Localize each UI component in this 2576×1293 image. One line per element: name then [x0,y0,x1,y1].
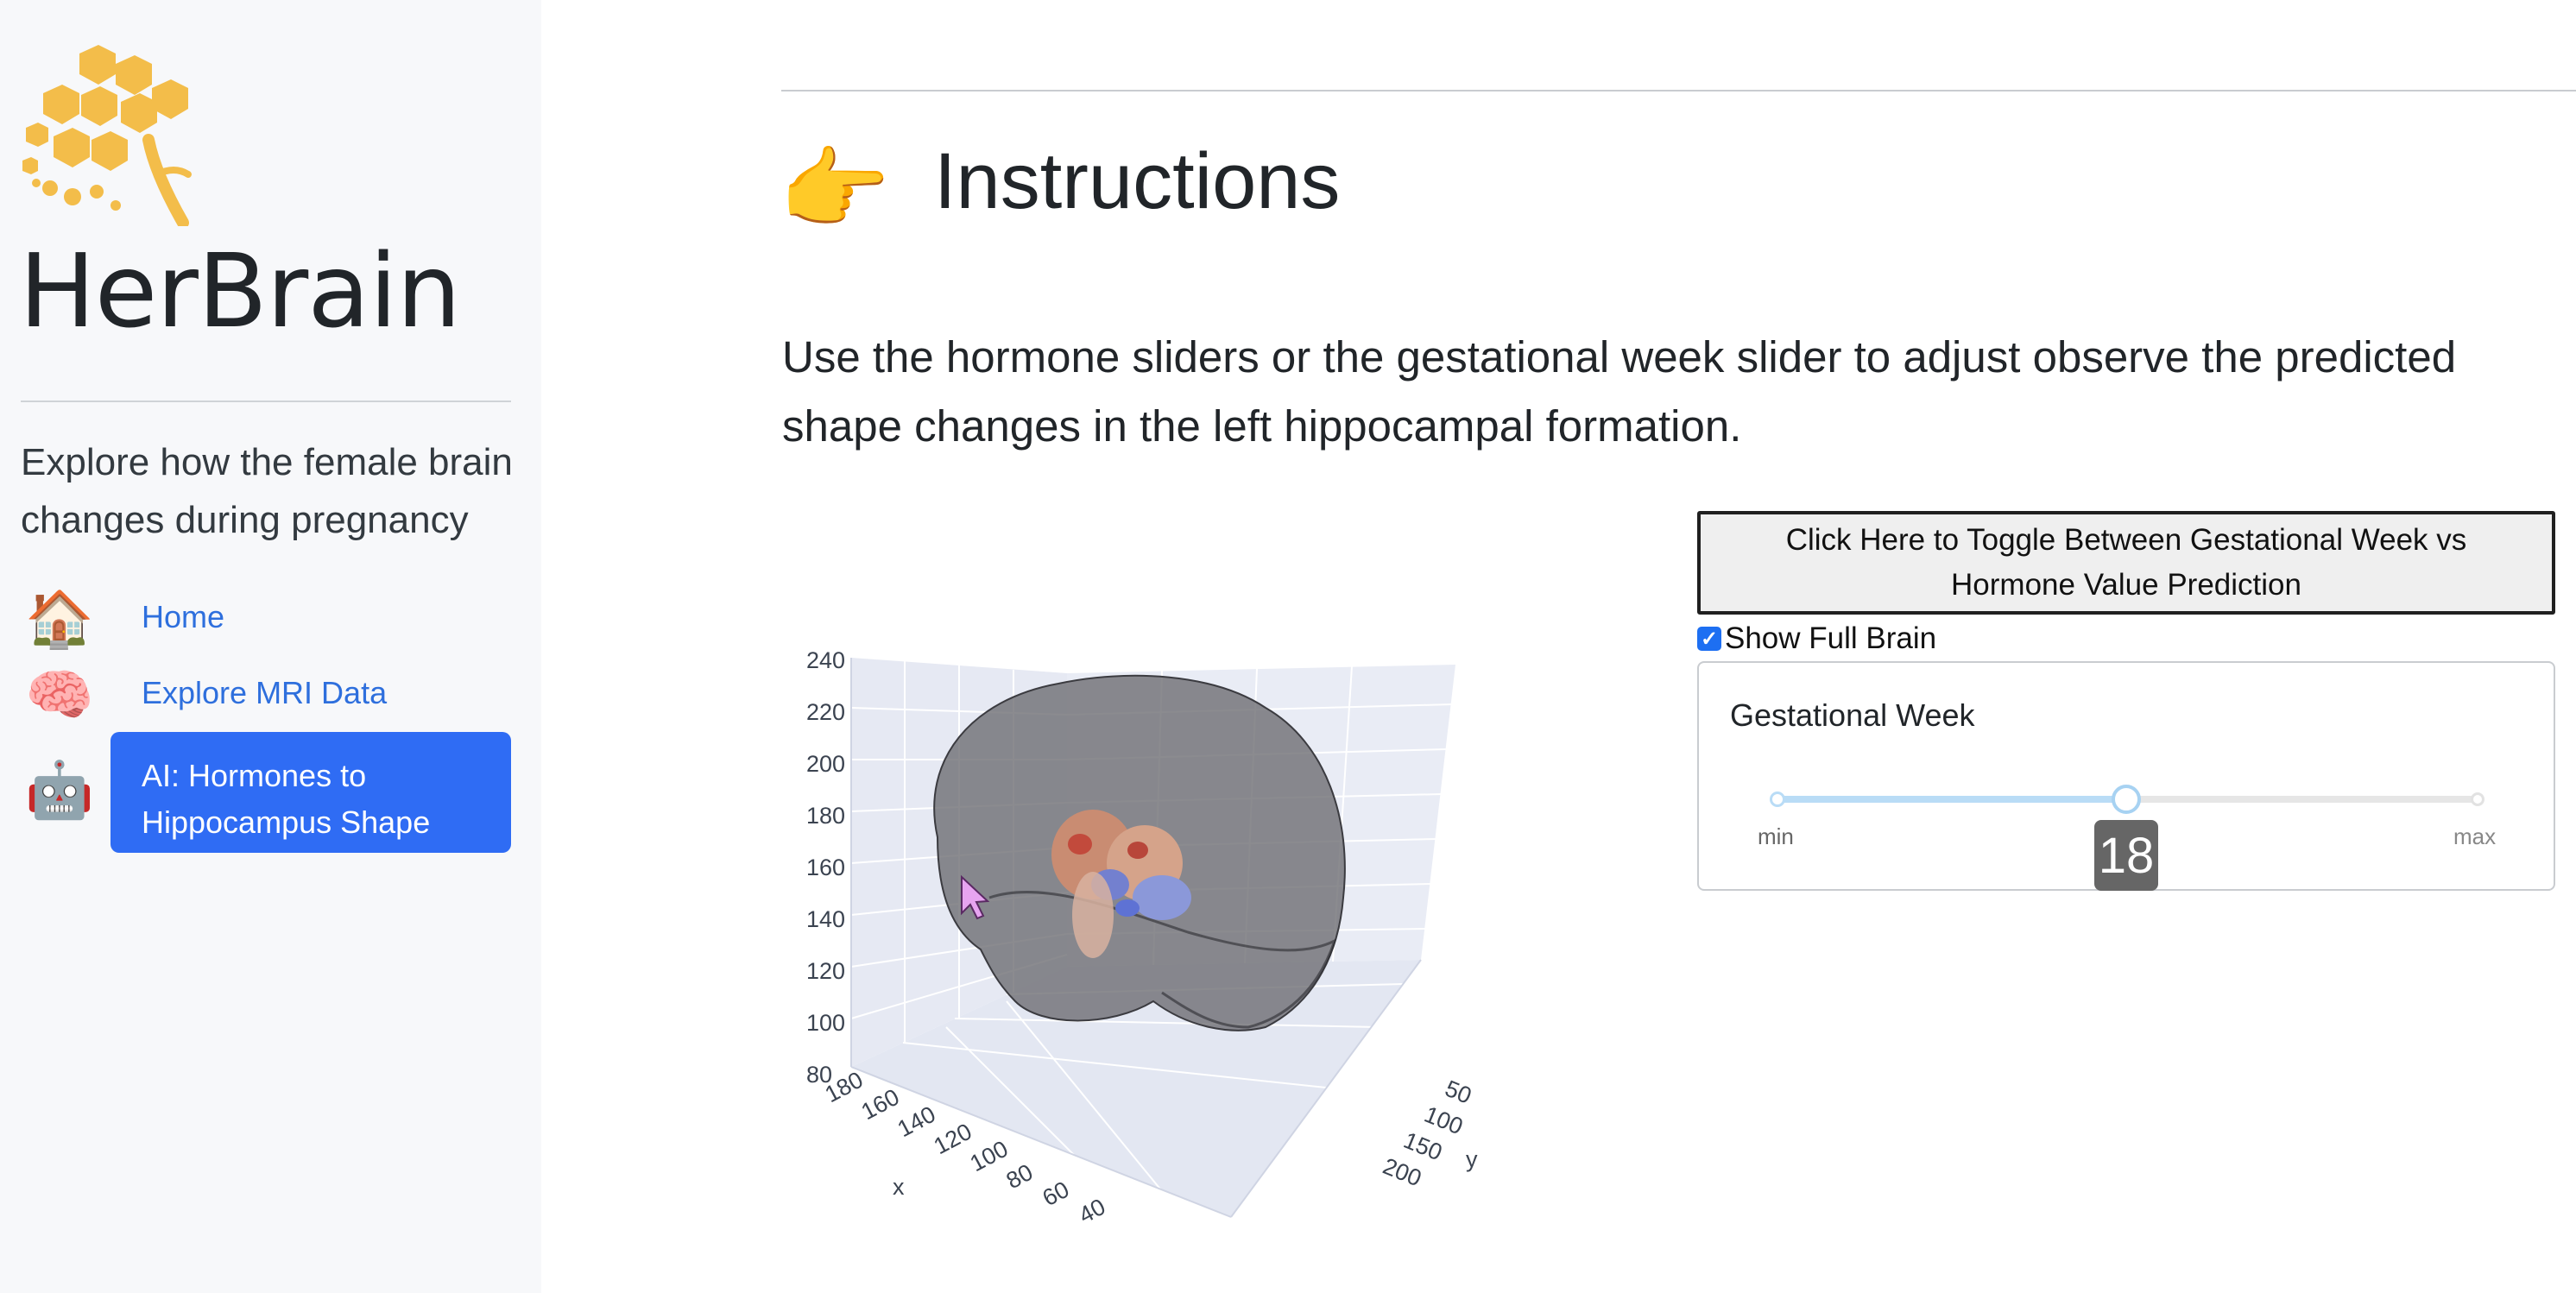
slider-track-fill [1777,796,2126,803]
slider-value-tooltip: 18 [2094,820,2158,891]
brand-title: HerBrain [19,231,461,350]
z-tick-label: 100 [806,1010,845,1036]
y-tick-label: 200 [1380,1153,1425,1192]
instructions-text: Use the hormone sliders or the gestation… [782,332,2457,451]
z-tick-label: 240 [806,647,845,673]
nav-item-explore-mri[interactable]: 🧠 Explore MRI Data [21,659,511,728]
x-tick-label: 80 [1002,1159,1038,1195]
show-full-brain-row[interactable]: ✓ Show Full Brain [1697,620,1936,658]
z-tick-label: 220 [806,699,845,725]
x-tick-label: 40 [1075,1194,1110,1229]
sidebar: HerBrain Explore how the female brain ch… [0,0,541,1293]
z-tick-label: 120 [806,958,845,984]
slider-max-label: max [2453,823,2497,849]
y-axis-ticks: 50100150200 [1380,1075,1475,1192]
brain-icon: 🧠 [25,664,94,726]
sidebar-tagline: Explore how the female brain changes dur… [21,441,513,541]
house-icon: 🏠 [25,588,94,650]
nav-item-ai-hormones[interactable]: 🤖 AI: Hormones to Hippocampus Shape [21,732,511,855]
z-tick-label: 180 [806,803,845,829]
x-axis-title: x [893,1174,905,1200]
nav-link-home[interactable]: Home [110,583,224,639]
x-tick-label: 60 [1039,1176,1074,1212]
slider-min-label: min [1758,823,1794,849]
main-divider [781,90,2576,91]
toggle-prediction-mode-button[interactable]: Click Here to Toggle Between Gestational… [1697,511,2555,615]
nav-item-home[interactable]: 🏠 Home [21,583,511,653]
show-full-brain-checkbox[interactable]: ✓ [1697,627,1721,651]
nav-link-ai-hormones[interactable]: AI: Hormones to Hippocampus Shape [110,732,511,853]
slider-max-mark [2471,792,2484,806]
sidebar-divider [21,401,511,402]
slider-thumb[interactable] [2112,785,2141,814]
herbrain-logo [22,45,192,226]
robot-icon: 🤖 [25,759,94,821]
page-title: Instructions [934,137,1341,225]
z-tick-label: 140 [806,906,845,932]
y-axis-title: y [1466,1146,1478,1172]
z-tick-label: 160 [806,855,845,880]
pointing-hand-icon: 👉 [779,140,891,240]
y-tick-label: 50 [1442,1075,1475,1109]
gestational-week-card: Gestational Week min max 18 [1697,661,2555,891]
brain-3d-plot[interactable]: 24022020018016014012010080 1801601401201… [782,621,1525,1243]
z-axis-ticks: 24022020018016014012010080 [806,647,845,1088]
z-tick-label: 200 [806,751,845,777]
slider-min-mark [1770,792,1785,807]
show-full-brain-label[interactable]: Show Full Brain [1725,621,1936,656]
slider-title: Gestational Week [1730,697,1975,733]
nav-link-explore-mri[interactable]: Explore MRI Data [110,659,387,715]
